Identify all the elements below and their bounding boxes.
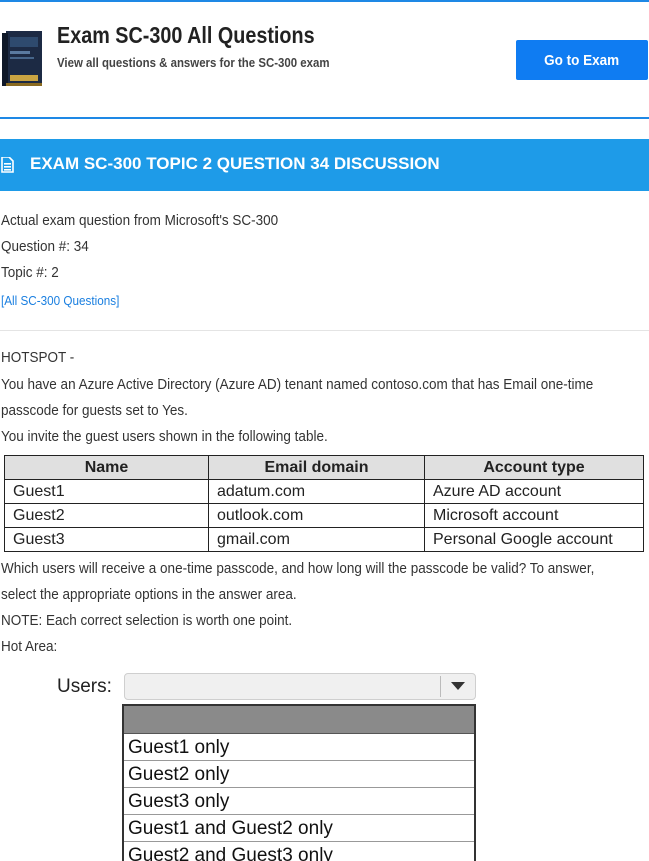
table-cell: adatum.com xyxy=(208,479,425,504)
question-text-line: Which users will receive a one-time pass… xyxy=(1,560,595,577)
all-questions-link[interactable]: [All SC-300 Questions] xyxy=(1,293,119,308)
table-cell: Guest3 xyxy=(4,527,209,552)
question-note: NOTE: Each correct selection is worth on… xyxy=(1,612,293,629)
discussion-title: EXAM SC-300 TOPIC 2 QUESTION 34 DISCUSSI… xyxy=(30,154,440,173)
option-item[interactable]: Guest2 and Guest3 only xyxy=(124,842,474,861)
table-row: Guest2 outlook.com Microsoft account xyxy=(4,503,644,528)
topic-number: Topic #: 2 xyxy=(1,264,59,281)
option-item[interactable]: Guest3 only xyxy=(124,788,474,815)
column-header-account-type: Account type xyxy=(424,455,644,480)
hot-area-label: Hot Area: xyxy=(1,638,58,655)
question-text-line: passcode for guests set to Yes. xyxy=(1,402,188,419)
option-item[interactable]: Guest1 and Guest2 only xyxy=(124,815,474,842)
options-list-header xyxy=(124,706,474,734)
go-to-exam-button[interactable]: Go to Exam xyxy=(516,40,648,80)
caret-down-icon[interactable] xyxy=(449,681,467,691)
guest-users-table: Name Email domain Account type Guest1 ad… xyxy=(4,455,644,552)
dropdown-separator xyxy=(440,676,441,697)
table-cell: Guest2 xyxy=(4,503,209,528)
table-cell: Microsoft account xyxy=(424,503,644,528)
table-cell: Personal Google account xyxy=(424,527,644,552)
page-subtitle: View all questions & answers for the SC-… xyxy=(57,55,330,70)
table-cell: Azure AD account xyxy=(424,479,644,504)
question-type-label: HOTSPOT - xyxy=(1,349,75,366)
column-header-email-domain: Email domain xyxy=(208,455,425,480)
users-dropdown[interactable] xyxy=(124,673,476,700)
column-header-name: Name xyxy=(4,455,209,480)
table-cell: gmail.com xyxy=(208,527,425,552)
option-item[interactable]: Guest2 only xyxy=(124,761,474,788)
document-icon xyxy=(1,157,14,173)
question-text-line: select the appropriate options in the an… xyxy=(1,586,297,603)
page-title: Exam SC-300 All Questions xyxy=(57,22,315,48)
table-cell: Guest1 xyxy=(4,479,209,504)
question-text-line: You have an Azure Active Directory (Azur… xyxy=(1,376,594,393)
users-options-list: Guest1 only Guest2 only Guest3 only Gues… xyxy=(122,704,476,861)
table-row: Guest3 gmail.com Personal Google account xyxy=(4,527,644,552)
table-row: Guest1 adatum.com Azure AD account xyxy=(4,479,644,504)
option-item[interactable]: Guest1 only xyxy=(124,734,474,761)
go-to-exam-label: Go to Exam xyxy=(544,51,620,69)
table-cell: outlook.com xyxy=(208,503,425,528)
question-source: Actual exam question from Microsoft's SC… xyxy=(1,212,279,229)
question-text-line: You invite the guest users shown in the … xyxy=(1,428,328,445)
table-header-row: Name Email domain Account type xyxy=(4,455,644,480)
section-divider xyxy=(0,330,649,331)
book-cover-icon xyxy=(2,31,42,86)
question-number: Question #: 34 xyxy=(1,238,89,255)
users-label: Users: xyxy=(57,676,112,697)
